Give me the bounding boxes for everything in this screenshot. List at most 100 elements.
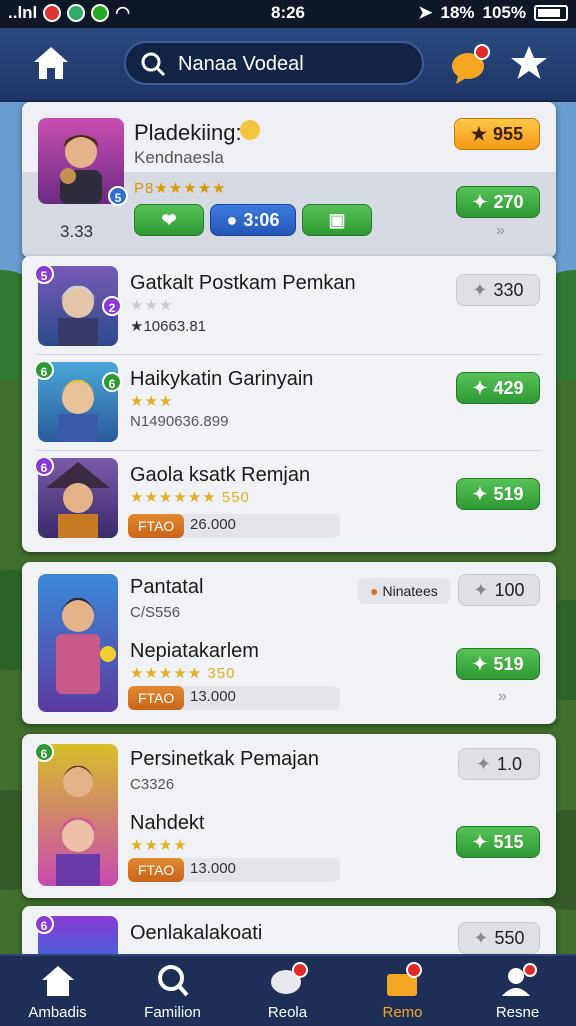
search-icon <box>158 965 189 997</box>
avatar <box>38 574 118 712</box>
chevron-right-icon[interactable]: » <box>496 222 505 240</box>
price-button[interactable]: ✦ 519 <box>456 478 540 510</box>
ftao-tag: FTAO <box>128 514 185 538</box>
item-title: Oenlakalakoati <box>130 922 263 944</box>
price-button[interactable]: ✦ 429 <box>456 372 540 404</box>
item-sub: C/S556 <box>130 604 181 621</box>
chip-label: Ninatees <box>382 583 438 599</box>
item-title-2: Nepiatakarlem <box>130 640 259 662</box>
list-item[interactable]: 5 2 Gatkalt Postkam Pemkan ★★★ ★10663.81… <box>22 256 556 354</box>
price-button[interactable]: ✦ 515 <box>456 826 540 858</box>
leaf-icon: ✦ <box>472 191 488 212</box>
level-badge: 6 <box>34 914 54 934</box>
level-badge: 6 <box>34 456 54 476</box>
hero-card[interactable]: Pantatal C/S556 ● Ninatees ✦ 100 Nepiata… <box>22 562 556 724</box>
battery-percent: 18% <box>440 3 475 22</box>
list-item[interactable]: 6 Gaola ksatk Remjan ★★★★★★ 550 FTAO 26.… <box>22 450 556 552</box>
battery-icon <box>534 5 568 21</box>
list-item[interactable]: 6 6 Haikykatin Garinyain ★★★ N1490636.89… <box>22 354 556 450</box>
item-title: Gatkalt Postkam Pemkan <box>130 272 356 294</box>
avatar <box>38 744 118 886</box>
gift-button[interactable]: ▣ <box>302 204 372 236</box>
item-sub: C3326 <box>130 776 175 793</box>
nav-label: Reola <box>267 1004 308 1021</box>
nav-label: Resne <box>495 1004 540 1021</box>
price-value: 270 <box>493 191 524 212</box>
timer-button[interactable]: ● 3:06 <box>210 204 296 236</box>
profile-icon <box>502 963 537 996</box>
price-button[interactable]: ✦ 100 <box>458 574 540 606</box>
price-button[interactable]: ✦ 550 <box>458 922 540 954</box>
home-icon <box>42 966 74 996</box>
item-stars: ★★★ <box>130 297 174 314</box>
level-badge: 6 <box>34 742 54 762</box>
item-title: Haikykatin Garinyain <box>130 368 314 390</box>
item-stars: ★★★ <box>130 393 174 410</box>
item-title-2: Nahdekt <box>130 812 205 834</box>
favorite-button[interactable]: ❤ <box>134 204 204 236</box>
heart-icon: ❤ <box>161 209 177 230</box>
gift-icon: ▣ <box>328 209 346 230</box>
item-stat: N1490636.899 <box>130 413 229 430</box>
price-value: 1.0 <box>497 753 523 774</box>
level-badge: 5 <box>34 264 54 284</box>
level-badge: 6 <box>34 360 54 380</box>
item-title: Persinetkak Pemajan <box>130 748 319 770</box>
hero-card[interactable]: 6 Persinetkak Pemajan C3326 ✦ 1.0 Nahdek… <box>22 734 556 898</box>
chat-icon[interactable] <box>448 42 494 86</box>
featured-score: 3.33 <box>60 222 94 241</box>
item-stars: ★★★★ <box>130 837 188 854</box>
item-stat: ★10663.81 <box>130 318 207 335</box>
coins-value: 955 <box>493 123 524 144</box>
price-value: 519 <box>493 483 524 504</box>
nav-item-remo[interactable]: Remo <box>345 956 460 1026</box>
list-card: 5 2 Gatkalt Postkam Pemkan ★★★ ★10663.81… <box>22 256 556 552</box>
category-chip[interactable]: ● Ninatees <box>358 578 450 604</box>
item-title: Gaola ksatk Remjan <box>130 464 311 486</box>
chevron-right-icon[interactable]: » <box>498 688 507 706</box>
leaf-icon: ✦ <box>473 579 489 600</box>
nav-item-reola[interactable]: Reola <box>230 956 345 1026</box>
coins-badge[interactable]: ★ 955 <box>454 118 540 150</box>
nav-item-resne[interactable]: Resne <box>460 956 575 1026</box>
item-stars: ★★★★★★ 550 <box>130 489 250 506</box>
leaf-icon: ✦ <box>472 653 488 674</box>
nav-label: Remo <box>382 1004 423 1021</box>
price-button[interactable]: ✦ 519 <box>456 648 540 680</box>
featured-title: Pladekiing: <box>134 120 242 145</box>
search-icon <box>141 52 166 77</box>
top-header: Nanaa Vodeal <box>0 28 576 102</box>
tag-value: 13.000 <box>190 860 236 877</box>
nav-item-familion[interactable]: Familion <box>115 956 230 1026</box>
ftao-tag: FTAO <box>128 686 185 710</box>
featured-subtitle: Kendnaesla <box>134 148 224 167</box>
price-value: 330 <box>493 279 524 300</box>
nav-label: Familion <box>144 1004 201 1021</box>
price-value: 429 <box>493 377 524 398</box>
home-icon[interactable] <box>30 42 72 84</box>
price-value: 515 <box>493 831 524 852</box>
star-icon[interactable] <box>508 42 550 84</box>
price-button[interactable]: ✦ 270 <box>456 186 540 218</box>
price-button[interactable]: ✦ 330 <box>456 274 540 306</box>
leaf-icon: ✦ <box>475 753 492 774</box>
item-stars: ★★★★★ 350 <box>130 665 236 682</box>
smile-icon <box>240 120 260 140</box>
status-bar: ..lnl ◠ 8:26 ➤ 18% 105% <box>0 0 576 28</box>
price-value: 550 <box>494 927 525 948</box>
tag-value: 13.000 <box>190 688 236 705</box>
timer-value: 3:06 <box>243 209 280 230</box>
chat-icon <box>271 962 308 994</box>
price-value: 100 <box>494 579 525 600</box>
location-icon: ➤ <box>418 3 433 22</box>
featured-card[interactable]: 5 3.33 Pladekiing: Kendnaesla P8★★★★★ ★ … <box>22 102 556 258</box>
leaf-icon: ✦ <box>472 831 488 852</box>
coin-star-icon: ★ <box>470 123 488 144</box>
leaf-icon: ✦ <box>473 927 489 948</box>
nav-item-ambadis[interactable]: Ambadis <box>0 956 115 1026</box>
leaf-icon: ✦ <box>472 377 488 398</box>
level-badge: 5 <box>108 186 128 206</box>
search-bar[interactable]: Nanaa Vodeal <box>124 41 424 85</box>
price-button[interactable]: ✦ 1.0 <box>458 748 540 780</box>
featured-rating: P8★★★★★ <box>134 180 227 197</box>
